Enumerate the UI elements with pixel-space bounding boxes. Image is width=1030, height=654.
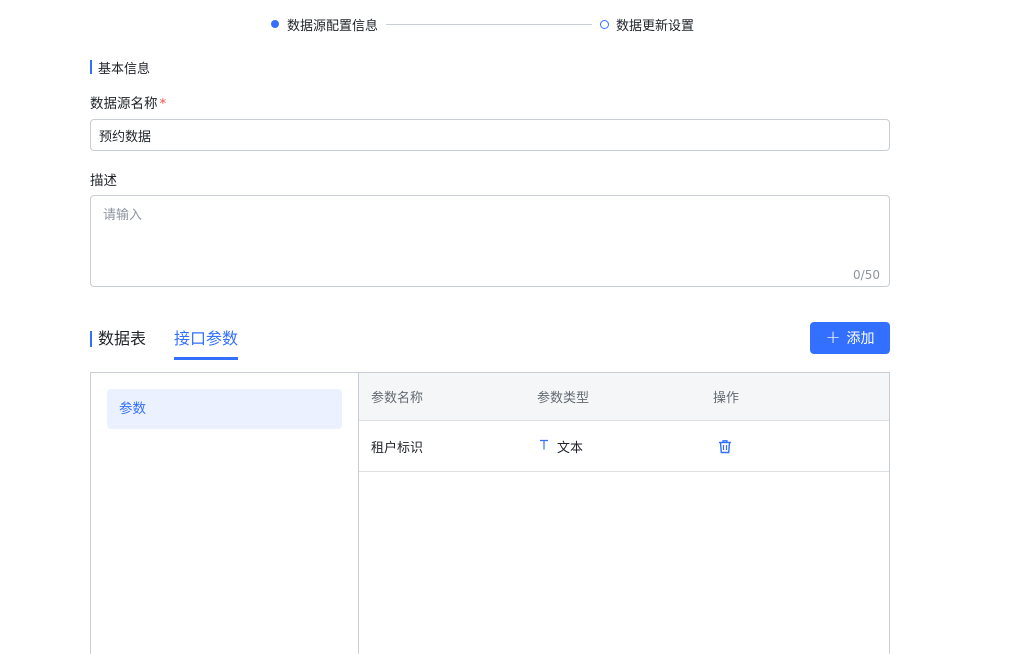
add-button[interactable]: + 添加 (810, 322, 890, 354)
add-button-label: 添加 (846, 331, 875, 347)
column-header-param-name: 参数名称 (371, 391, 424, 406)
datasource-name-label: 数据源名称 * (90, 92, 166, 112)
step-label: 数据源配置信息 (287, 18, 379, 34)
page: 数据源配置信息 数据更新设置 基本信息 数据源名称* 描述 0/50 数据表 接… (0, 0, 1030, 654)
tab-data-table[interactable]: 数据表 (98, 322, 146, 360)
description-char-counter: 0/50 (853, 268, 880, 282)
tab-interface-params[interactable]: 接口参数 (174, 322, 239, 360)
params-panel: 参数 参数名称 参数类型 操作 租户标识 文本 (90, 372, 890, 654)
param-actions-cell (713, 436, 889, 456)
param-name-cell: 租户标识 (371, 440, 424, 456)
step-pending-ring-icon (600, 19, 610, 29)
param-type-cell: 文本 (537, 437, 713, 456)
text-type-icon (539, 439, 549, 454)
step-label: 数据更新设置 (616, 18, 695, 34)
column-header-param-type: 参数类型 (537, 391, 590, 406)
plus-icon: + (825, 327, 841, 348)
required-mark: * (159, 96, 167, 112)
section-accent-bar (90, 60, 92, 74)
step-update-settings[interactable]: 数据更新设置 (600, 15, 694, 34)
table-header: 参数名称 参数类型 操作 (359, 373, 889, 421)
section-title-text: 基本信息 (98, 61, 151, 77)
datasource-name-label-text: 数据源名称 (90, 96, 158, 112)
description-label: 描述 (90, 173, 117, 189)
step-active-dot-icon (271, 20, 279, 28)
table-row: 租户标识 文本 (359, 421, 889, 472)
params-group-item[interactable]: 参数 (107, 389, 342, 429)
stepper: 数据源配置信息 数据更新设置 (271, 15, 694, 34)
description-textarea[interactable] (91, 196, 889, 286)
tabs-accent-bar (90, 331, 92, 347)
params-group-list: 参数 (91, 373, 359, 654)
trash-icon (719, 439, 731, 453)
tabs: 数据表 接口参数 (90, 322, 266, 362)
description-field: 0/50 (90, 195, 890, 287)
step-connector (386, 23, 593, 25)
step-config-info[interactable]: 数据源配置信息 (271, 15, 378, 34)
delete-button[interactable] (715, 436, 735, 456)
column-header-actions: 操作 (713, 391, 740, 406)
params-table: 参数名称 参数类型 操作 租户标识 文本 (359, 373, 889, 654)
param-type-text: 文本 (557, 440, 584, 456)
datasource-name-input[interactable] (90, 119, 890, 151)
section-title-basic-info: 基本信息 (90, 60, 151, 77)
